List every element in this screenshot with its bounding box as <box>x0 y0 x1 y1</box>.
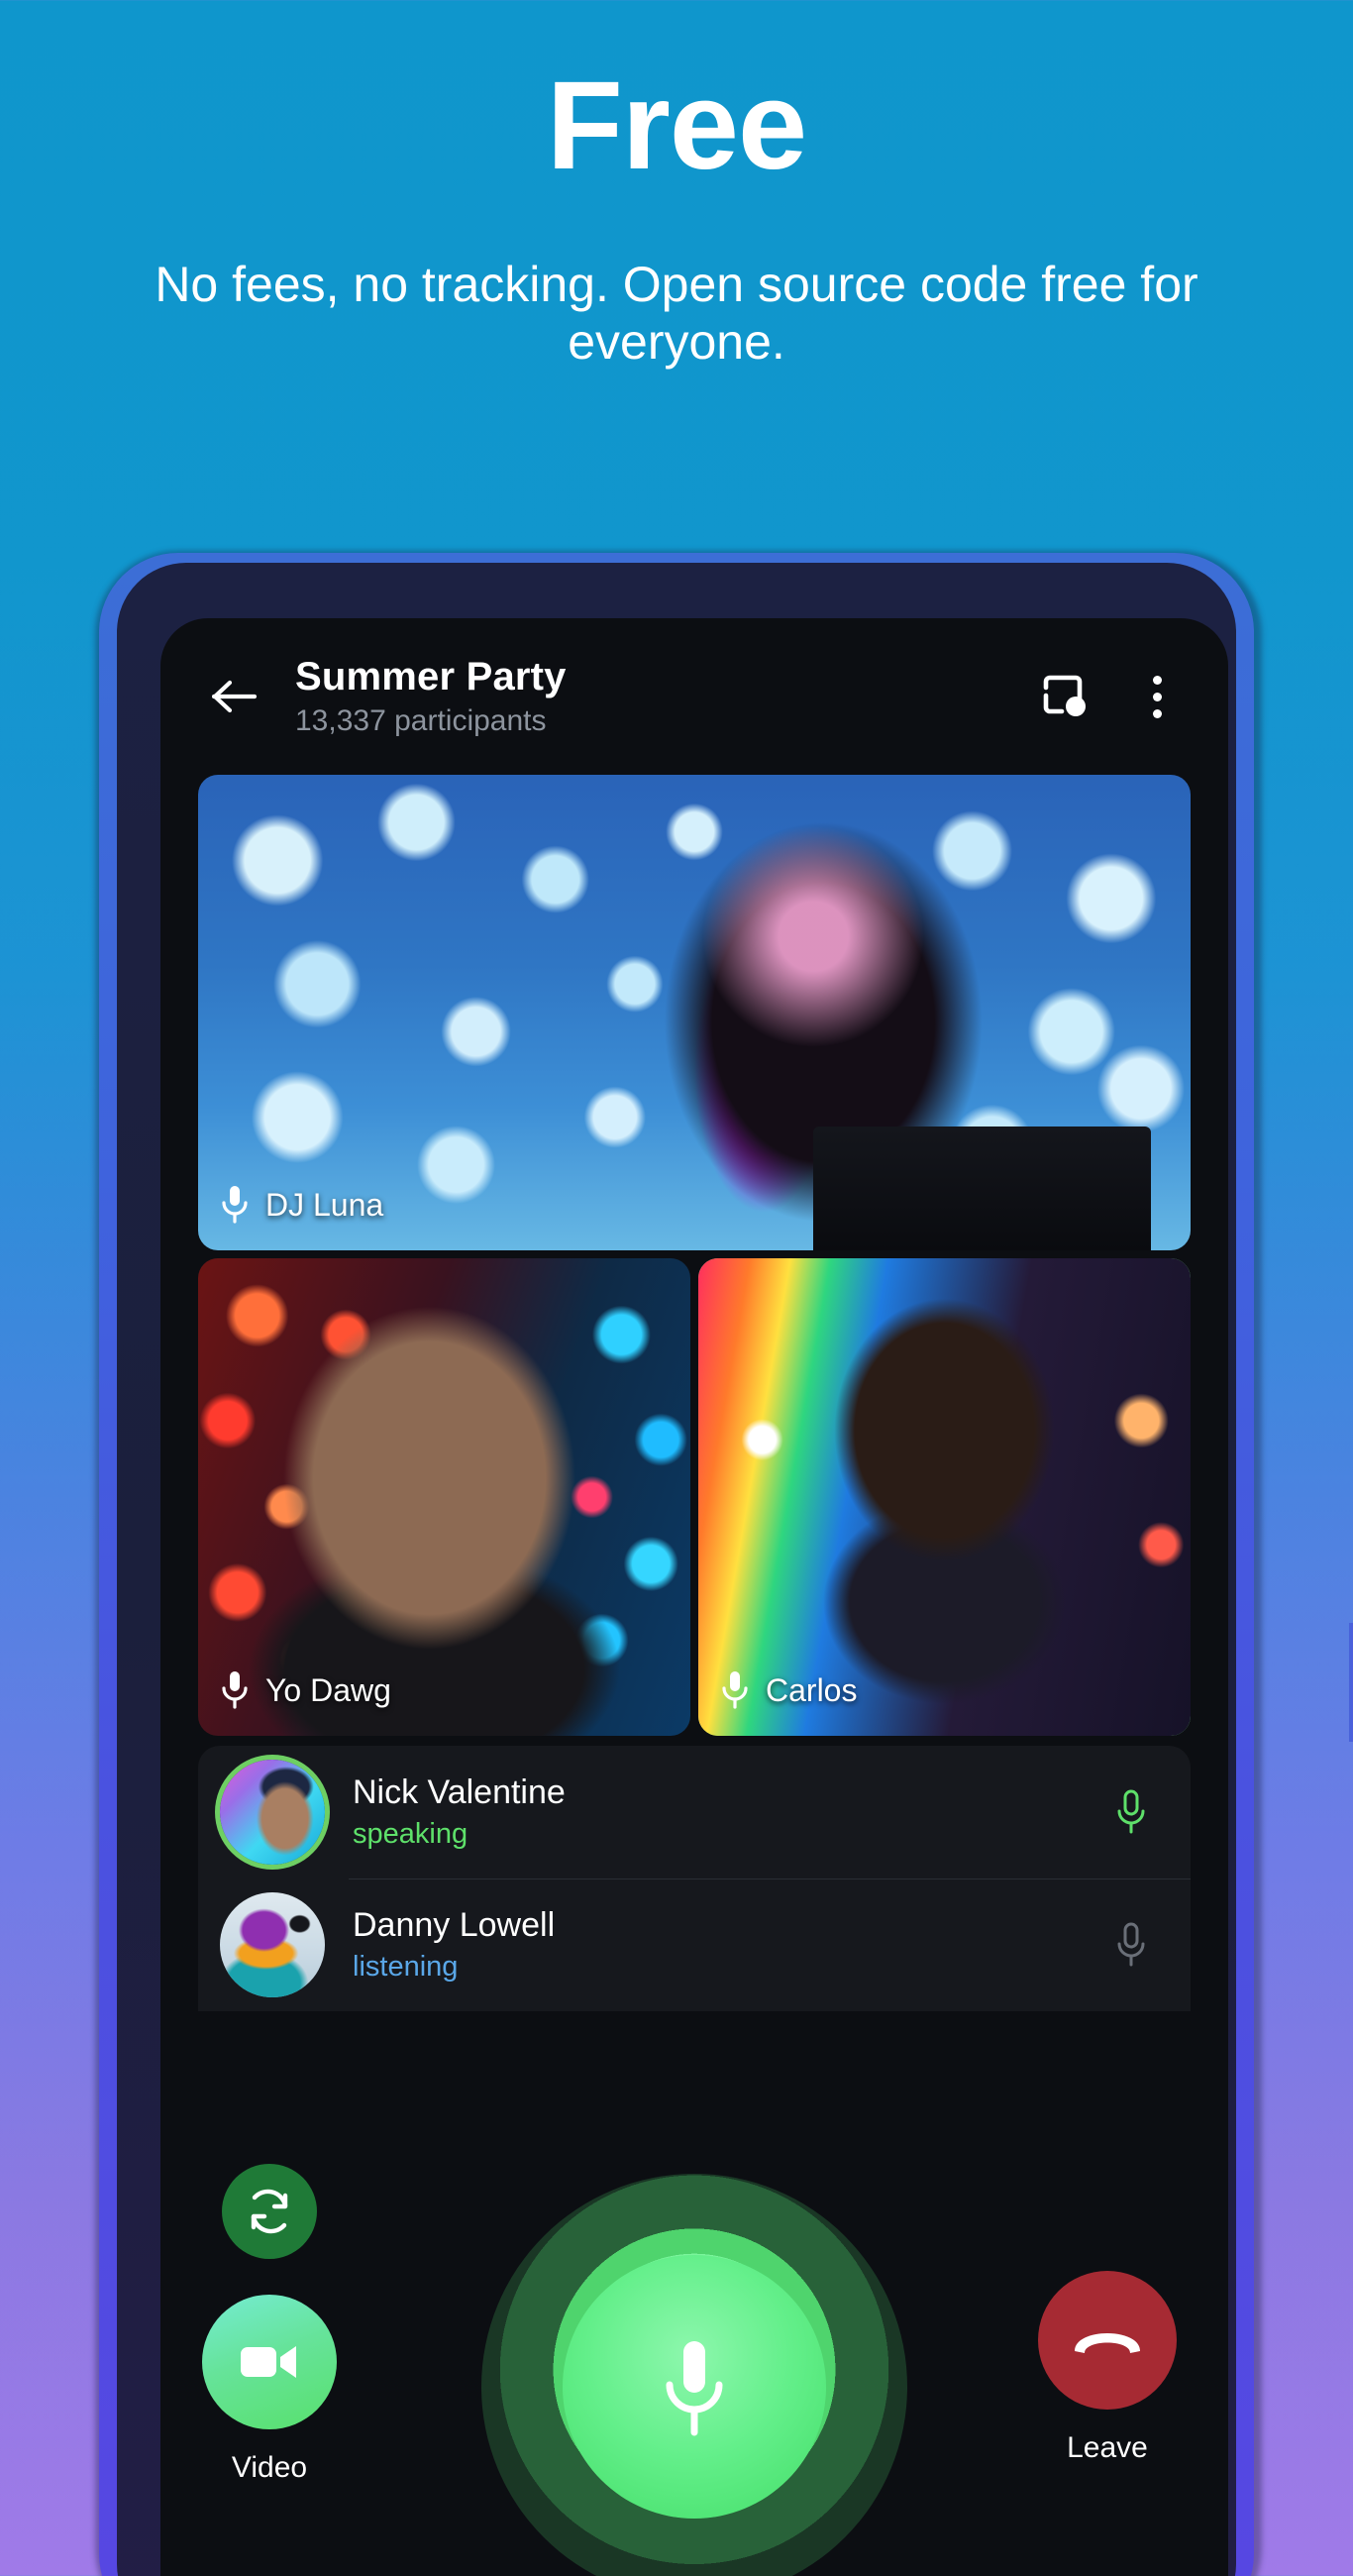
video-grid: DJ Luna Yo Dawg Carlos <box>160 775 1228 1736</box>
call-controls: Video You are Live <box>160 2144 1228 2576</box>
avatar-image <box>220 1760 325 1865</box>
microphone-icon <box>666 2341 723 2436</box>
video-tile-dj-luna[interactable]: DJ Luna <box>198 775 1191 1250</box>
video-toggle: Video <box>202 2295 337 2485</box>
microphone-icon <box>722 1671 748 1709</box>
participant-count: 13,337 participants <box>295 704 547 737</box>
participant-status: speaking <box>353 1818 468 1850</box>
video-tile-label: Carlos <box>720 1668 857 1712</box>
microphone-icon <box>222 1186 248 1224</box>
avatar <box>220 1760 325 1865</box>
video-tile-name: Carlos <box>766 1671 858 1708</box>
mic-halo <box>481 2174 907 2576</box>
microphone-icon <box>222 1671 248 1709</box>
screen-share-button[interactable] <box>1034 665 1097 728</box>
header-actions <box>1034 665 1189 728</box>
video-tile-label: DJ Luna <box>220 1183 383 1227</box>
microphone-icon <box>1117 1922 1145 1967</box>
call-header: Summer Party 13,337 participants <box>160 618 1228 775</box>
leave-control: Leave <box>1038 2271 1177 2465</box>
call-title: Summer Party <box>295 655 567 698</box>
participant-meta: Danny Lowell listening <box>353 1906 1105 1984</box>
rotate-camera-icon <box>251 2189 288 2234</box>
participant-mic-button[interactable] <box>1105 1919 1157 1971</box>
video-feed-image <box>198 775 1191 1250</box>
promo-subtitle: No fees, no tracking. Open source code f… <box>155 257 1198 370</box>
screen-share-icon <box>1043 675 1086 716</box>
video-tile-row: Yo Dawg Carlos <box>198 1258 1191 1736</box>
video-tile-yo-dawg[interactable]: Yo Dawg <box>198 1258 690 1736</box>
call-title-block: Summer Party 13,337 participants <box>295 655 1034 738</box>
video-tile-carlos[interactable]: Carlos <box>698 1258 1191 1736</box>
phone-bezel: Summer Party 13,337 participants DJ Luna… <box>117 563 1236 2576</box>
avatar <box>220 1892 325 1997</box>
video-tile-name: Yo Dawg <box>265 1671 391 1708</box>
mic-button[interactable] <box>563 2255 826 2519</box>
video-tile-name: DJ Luna <box>265 1186 384 1223</box>
promo-title: Free <box>546 55 807 195</box>
participant-row[interactable]: Nick Valentine speaking <box>198 1746 1191 1878</box>
phone-hangup-icon <box>1075 2333 1140 2353</box>
back-button[interactable] <box>198 660 271 733</box>
avatar-image <box>220 1892 325 1997</box>
flip-camera-button[interactable] <box>222 2164 317 2259</box>
participant-mic-button[interactable] <box>1105 1786 1157 1838</box>
participant-name: Danny Lowell <box>353 1906 556 1944</box>
phone-power-button[interactable] <box>1349 1623 1353 1742</box>
promo-header: Free No fees, no tracking. Open source c… <box>0 0 1353 371</box>
more-options-button[interactable] <box>1125 665 1189 728</box>
participant-name: Nick Valentine <box>353 1773 566 1811</box>
video-button[interactable] <box>202 2295 337 2429</box>
video-tile-label: Yo Dawg <box>220 1668 391 1712</box>
arrow-left-icon <box>212 680 258 713</box>
phone-screen: Summer Party 13,337 participants DJ Luna… <box>160 618 1228 2576</box>
participant-meta: Nick Valentine speaking <box>353 1773 1105 1851</box>
participant-list: Nick Valentine speaking Danny Lowell lis… <box>198 1746 1191 2011</box>
video-camera-icon <box>241 2346 296 2378</box>
video-feed-image <box>198 1258 690 1736</box>
microphone-icon <box>1117 1789 1145 1834</box>
leave-button[interactable] <box>1038 2271 1177 2410</box>
leave-button-label: Leave <box>1067 2431 1148 2464</box>
participant-row[interactable]: Danny Lowell listening <box>198 1878 1191 2011</box>
more-vertical-icon <box>1152 675 1162 718</box>
participant-status: listening <box>353 1951 459 1983</box>
video-button-label: Video <box>231 2451 308 2484</box>
phone-mockup: Summer Party 13,337 participants DJ Luna… <box>99 553 1353 2576</box>
mic-control: You are Live <box>481 2174 907 2576</box>
video-feed-image <box>698 1258 1191 1736</box>
